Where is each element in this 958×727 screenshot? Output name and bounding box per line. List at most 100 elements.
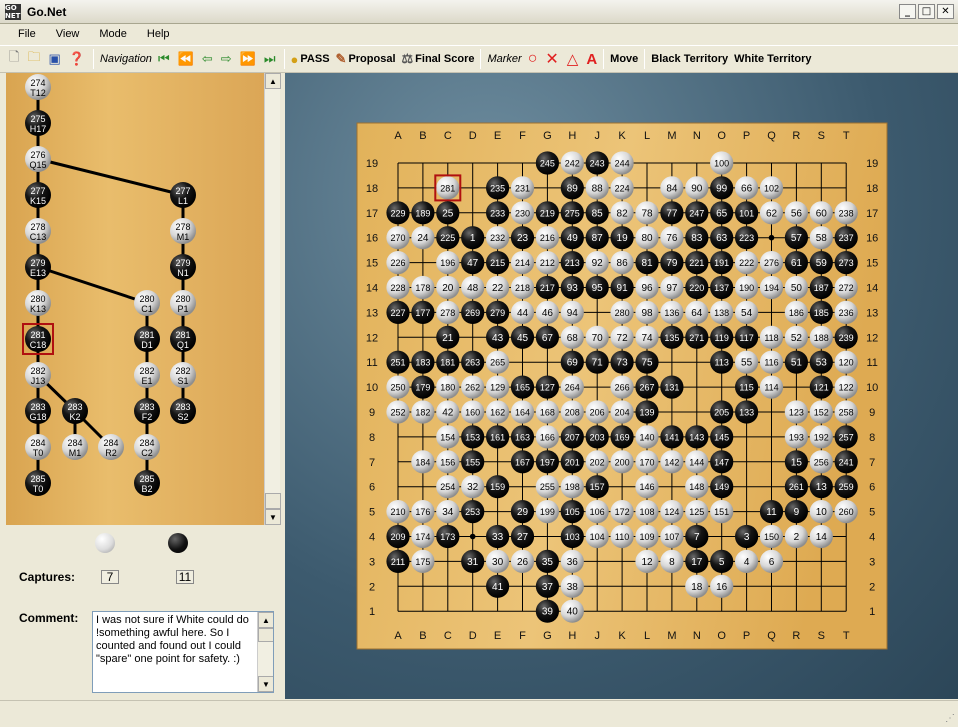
- tree-node-284-m1[interactable]: 284M1: [62, 434, 88, 460]
- white-stone[interactable]: 116: [759, 350, 784, 374]
- game-tree-scrollbar[interactable]: ▲ ▼: [264, 73, 281, 525]
- white-stone[interactable]: 252: [386, 400, 410, 424]
- black-stone[interactable]: 220: [685, 275, 709, 300]
- white-stone[interactable]: 276: [759, 251, 784, 275]
- black-stone[interactable]: 83: [685, 226, 709, 250]
- tree-node-276-q15[interactable]: 276Q15: [25, 146, 51, 172]
- white-stone[interactable]: 226: [386, 251, 410, 275]
- black-stone[interactable]: 75: [635, 350, 659, 374]
- black-stone[interactable]: 141: [660, 425, 684, 449]
- tree-node-280-p1[interactable]: 280P1: [170, 290, 196, 316]
- white-stone[interactable]: 16: [710, 574, 734, 598]
- comment-textarea[interactable]: I was not sure if White could do !someth…: [92, 611, 274, 693]
- white-stone[interactable]: 138: [710, 300, 734, 324]
- white-stone[interactable]: 210: [386, 500, 410, 524]
- tree-node-283-s2[interactable]: 283S2: [170, 398, 196, 424]
- white-stone[interactable]: 62: [759, 201, 784, 225]
- white-stone[interactable]: 170: [635, 450, 659, 474]
- white-stone[interactable]: 218: [510, 275, 535, 300]
- white-stone[interactable]: 154: [436, 425, 460, 449]
- black-stone[interactable]: 279: [486, 300, 510, 324]
- black-stone[interactable]: 169: [610, 425, 634, 449]
- black-stone[interactable]: 143: [685, 425, 709, 449]
- black-stone[interactable]: 221: [685, 251, 709, 275]
- white-stone[interactable]: 140: [635, 425, 659, 449]
- white-stone[interactable]: 250: [386, 375, 410, 399]
- white-stone[interactable]: 238: [834, 201, 858, 225]
- black-stone[interactable]: 139: [635, 400, 659, 424]
- white-stone[interactable]: 272: [834, 275, 858, 300]
- black-stone[interactable]: 273: [834, 251, 858, 275]
- black-stone[interactable]: 233: [486, 201, 510, 225]
- black-stone[interactable]: 43: [486, 325, 510, 349]
- tree-node-278-c13[interactable]: 278C13: [25, 218, 51, 244]
- black-stone[interactable]: 239: [834, 325, 858, 349]
- white-stone[interactable]: 200: [610, 450, 634, 474]
- first-move-icon[interactable]: ⏮: [155, 48, 175, 70]
- black-stone[interactable]: 15: [784, 450, 808, 474]
- white-stone[interactable]: 202: [585, 450, 609, 474]
- black-stone[interactable]: 237: [834, 226, 858, 250]
- white-stone[interactable]: 123: [784, 400, 808, 424]
- black-stone[interactable]: 177: [411, 300, 435, 324]
- white-stone[interactable]: 258: [834, 400, 858, 424]
- back-fast-icon[interactable]: ⏪: [175, 48, 199, 70]
- white-stone[interactable]: 6: [759, 549, 784, 573]
- black-stone[interactable]: 203: [585, 425, 609, 449]
- black-stone[interactable]: 275: [560, 201, 584, 225]
- menu-mode[interactable]: Mode: [89, 28, 137, 40]
- black-stone[interactable]: 167: [510, 450, 535, 474]
- tree-node-277-l1[interactable]: 277L1: [170, 182, 196, 208]
- white-stone[interactable]: 94: [560, 300, 584, 324]
- white-stone[interactable]: 22: [486, 275, 510, 300]
- black-stone[interactable]: 241: [834, 450, 858, 474]
- black-territory-button[interactable]: Black Territory: [648, 48, 731, 70]
- white-stone[interactable]: 166: [535, 425, 559, 449]
- white-stone[interactable]: 84: [660, 176, 684, 200]
- white-stone[interactable]: 42: [436, 400, 460, 424]
- white-stone[interactable]: 242: [560, 151, 584, 175]
- white-stone[interactable]: 142: [660, 450, 684, 474]
- tree-node-280-c1[interactable]: 280C1: [134, 290, 160, 316]
- white-stone[interactable]: 190: [735, 275, 759, 300]
- white-stone[interactable]: 54: [735, 300, 759, 324]
- black-stone[interactable]: 9: [784, 500, 808, 524]
- black-stone[interactable]: 81: [635, 251, 659, 275]
- white-stone[interactable]: 38: [560, 574, 584, 598]
- black-stone[interactable]: 37: [535, 574, 559, 598]
- white-stone[interactable]: 12: [635, 549, 659, 573]
- white-stone[interactable]: 82: [610, 201, 634, 225]
- game-tree[interactable]: 274T12275H17276Q15277K15277L1278C13278M1…: [6, 73, 264, 525]
- white-stone[interactable]: 168: [535, 400, 559, 424]
- scroll-up-icon[interactable]: ▲: [265, 73, 281, 89]
- black-stone[interactable]: 95: [585, 275, 609, 300]
- black-stone[interactable]: 115: [735, 375, 759, 399]
- black-stone[interactable]: 217: [535, 275, 559, 300]
- black-stone[interactable]: 67: [535, 325, 559, 349]
- black-stone[interactable]: 13: [809, 475, 833, 499]
- white-stone[interactable]: 129: [486, 375, 510, 399]
- white-stone[interactable]: 120: [834, 350, 858, 374]
- black-stone[interactable]: 201: [560, 450, 584, 474]
- black-stone[interactable]: 7: [685, 524, 709, 549]
- black-stone[interactable]: 155: [461, 450, 485, 474]
- tree-node-284-t0[interactable]: 284T0: [25, 434, 51, 460]
- black-stone[interactable]: 159: [486, 475, 510, 499]
- game-tree-panel[interactable]: 274 T12 275 H17 276 Q15 277 K15 277 L1 278 C13 278 M1…: [6, 73, 264, 525]
- black-stone[interactable]: 77: [660, 201, 684, 225]
- scroll-thumb[interactable]: [258, 628, 273, 642]
- white-stone[interactable]: 97: [660, 275, 684, 300]
- tree-node-282-s1[interactable]: 282S1: [170, 362, 196, 388]
- menu-view[interactable]: View: [46, 28, 90, 40]
- tree-node-283-f2[interactable]: 283F2: [134, 398, 160, 424]
- white-stone[interactable]: 70: [585, 325, 609, 349]
- white-stone[interactable]: 92: [585, 251, 609, 275]
- white-stone[interactable]: 18: [685, 574, 709, 598]
- tree-node-282-j13[interactable]: 282J13: [25, 362, 51, 388]
- black-stone[interactable]: 121: [809, 375, 833, 399]
- white-stone[interactable]: 278: [436, 300, 460, 324]
- black-stone[interactable]: 131: [660, 375, 684, 399]
- black-stone[interactable]: 19: [610, 226, 634, 250]
- white-stone[interactable]: 244: [610, 151, 634, 175]
- minimize-button[interactable]: _: [899, 4, 916, 19]
